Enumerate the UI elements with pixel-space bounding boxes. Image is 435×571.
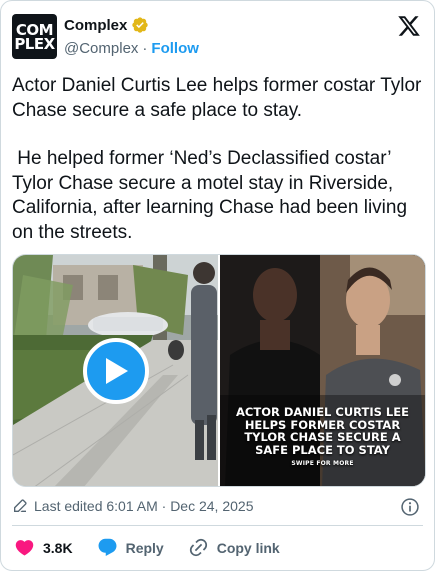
tweet-paragraph-1: Actor Daniel Curtis Lee helps former cos… — [12, 75, 427, 121]
edited-timestamp: Last edited 6:01 AM · Dec 24, 2025 — [34, 498, 254, 514]
reply-label: Reply — [125, 539, 164, 556]
avatar-text-line2: PLEX — [14, 34, 55, 53]
reply-button[interactable]: Reply — [97, 537, 164, 558]
x-logo-icon[interactable] — [397, 14, 421, 38]
video-thumbnail[interactable] — [13, 255, 218, 486]
divider — [12, 525, 423, 526]
author-name-row: Complex — [64, 16, 149, 34]
heart-icon — [15, 540, 34, 556]
media-container[interactable]: ACTOR DANIEL CURTIS LEE HELPS FORMER COS… — [12, 254, 426, 487]
play-button[interactable] — [83, 338, 149, 404]
caption-text: ACTOR DANIEL CURTIS LEE HELPS FORMER COS… — [236, 405, 409, 457]
image-caption: ACTOR DANIEL CURTIS LEE HELPS FORMER COS… — [220, 406, 425, 468]
handle-separator: · — [142, 40, 148, 57]
image-thumbnail[interactable]: ACTOR DANIEL CURTIS LEE HELPS FORMER COS… — [220, 255, 425, 486]
swipe-label: SWIPE FOR MORE — [291, 460, 354, 467]
info-icon[interactable] — [400, 497, 420, 517]
author-display-name[interactable]: Complex — [64, 17, 127, 34]
like-button[interactable]: 3.8K — [14, 537, 73, 558]
copy-link-button[interactable]: Copy link — [188, 537, 280, 558]
link-icon — [189, 538, 207, 557]
play-icon — [106, 358, 128, 384]
author-handle-row: @Complex · Follow — [64, 40, 199, 57]
copy-link-label: Copy link — [216, 539, 280, 556]
author-handle[interactable]: @Complex — [64, 40, 138, 57]
tweet-card: COM PLEX Complex @Complex · Follow Actor… — [0, 0, 435, 571]
follow-button[interactable]: Follow — [151, 40, 199, 57]
verified-badge-icon — [132, 17, 149, 33]
avatar[interactable]: COM PLEX — [12, 14, 57, 59]
tweet-text: Actor Daniel Curtis Lee helps former cos… — [12, 74, 424, 245]
tweet-paragraph-2: He helped former ‘Ned’s Declassified cos… — [12, 148, 413, 243]
reply-bubble-icon — [98, 538, 117, 556]
action-bar: 3.8K Reply Copy link — [14, 537, 304, 558]
pencil-icon — [14, 499, 27, 512]
edit-info[interactable]: Last edited 6:01 AM · Dec 24, 2025 — [12, 498, 253, 514]
like-count: 3.8K — [43, 539, 73, 556]
